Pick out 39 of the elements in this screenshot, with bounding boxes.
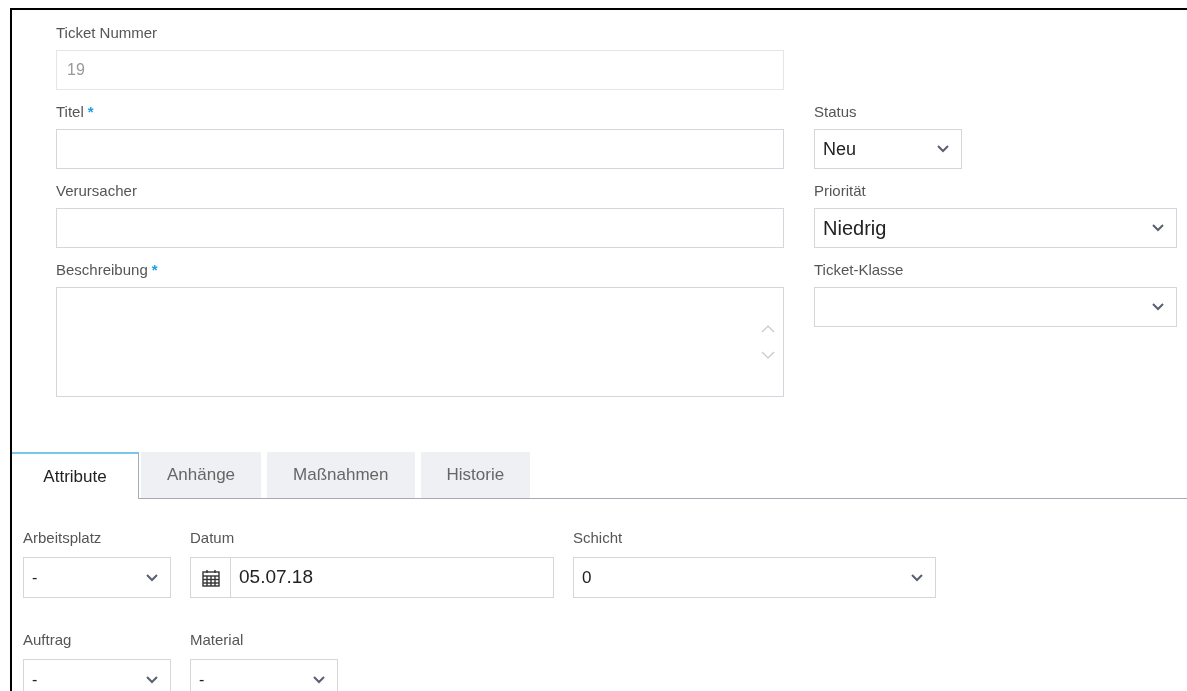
field-label: Titel — [56, 101, 84, 122]
tab[interactable]: Attribute — [12, 452, 139, 499]
chevron-down-icon — [313, 675, 325, 684]
field-label: Material — [190, 629, 244, 650]
field-label: Beschreibung — [56, 259, 148, 280]
dropdown[interactable] — [814, 287, 1177, 327]
field-label: Arbeitsplatz — [23, 527, 102, 548]
field-label: Priorität — [814, 180, 866, 201]
text-field[interactable] — [56, 129, 784, 169]
dropdown[interactable]: - — [23, 557, 171, 598]
field-label: Status — [814, 101, 857, 122]
dropdown[interactable]: - — [190, 659, 338, 691]
tab[interactable]: Anhänge — [141, 452, 262, 498]
chevron-down-icon — [1152, 224, 1164, 232]
chevron-down-icon — [146, 573, 158, 582]
required-marker: * — [151, 259, 158, 280]
dropdown[interactable]: - — [23, 659, 171, 691]
text-area[interactable] — [56, 287, 784, 397]
chevron-down-icon — [911, 573, 923, 582]
field-label: Ticket Nummer — [56, 22, 158, 43]
tab[interactable]: Historie — [420, 452, 531, 498]
scroll-up-icon[interactable] — [761, 325, 775, 333]
field-label: Ticket-Klasse — [814, 259, 904, 280]
date-field[interactable]: 05.07.18 — [190, 557, 554, 598]
tab[interactable]: Maßnahmen — [267, 452, 415, 498]
text-field[interactable] — [56, 208, 784, 248]
field-label: Datum — [190, 527, 235, 548]
dropdown[interactable]: Neu — [814, 129, 962, 169]
required-marker: * — [87, 101, 94, 122]
chevron-down-icon — [146, 675, 158, 684]
field-label: Schicht — [573, 527, 623, 548]
calendar-icon[interactable] — [201, 568, 220, 587]
chevron-down-icon — [937, 145, 949, 153]
chevron-down-icon — [1152, 303, 1164, 311]
dropdown[interactable]: 0 — [573, 557, 936, 598]
scroll-down-icon[interactable] — [761, 351, 775, 359]
field-label: Verursacher — [56, 180, 137, 201]
dropdown[interactable]: Niedrig — [814, 208, 1177, 248]
field-label: Auftrag — [23, 629, 72, 650]
